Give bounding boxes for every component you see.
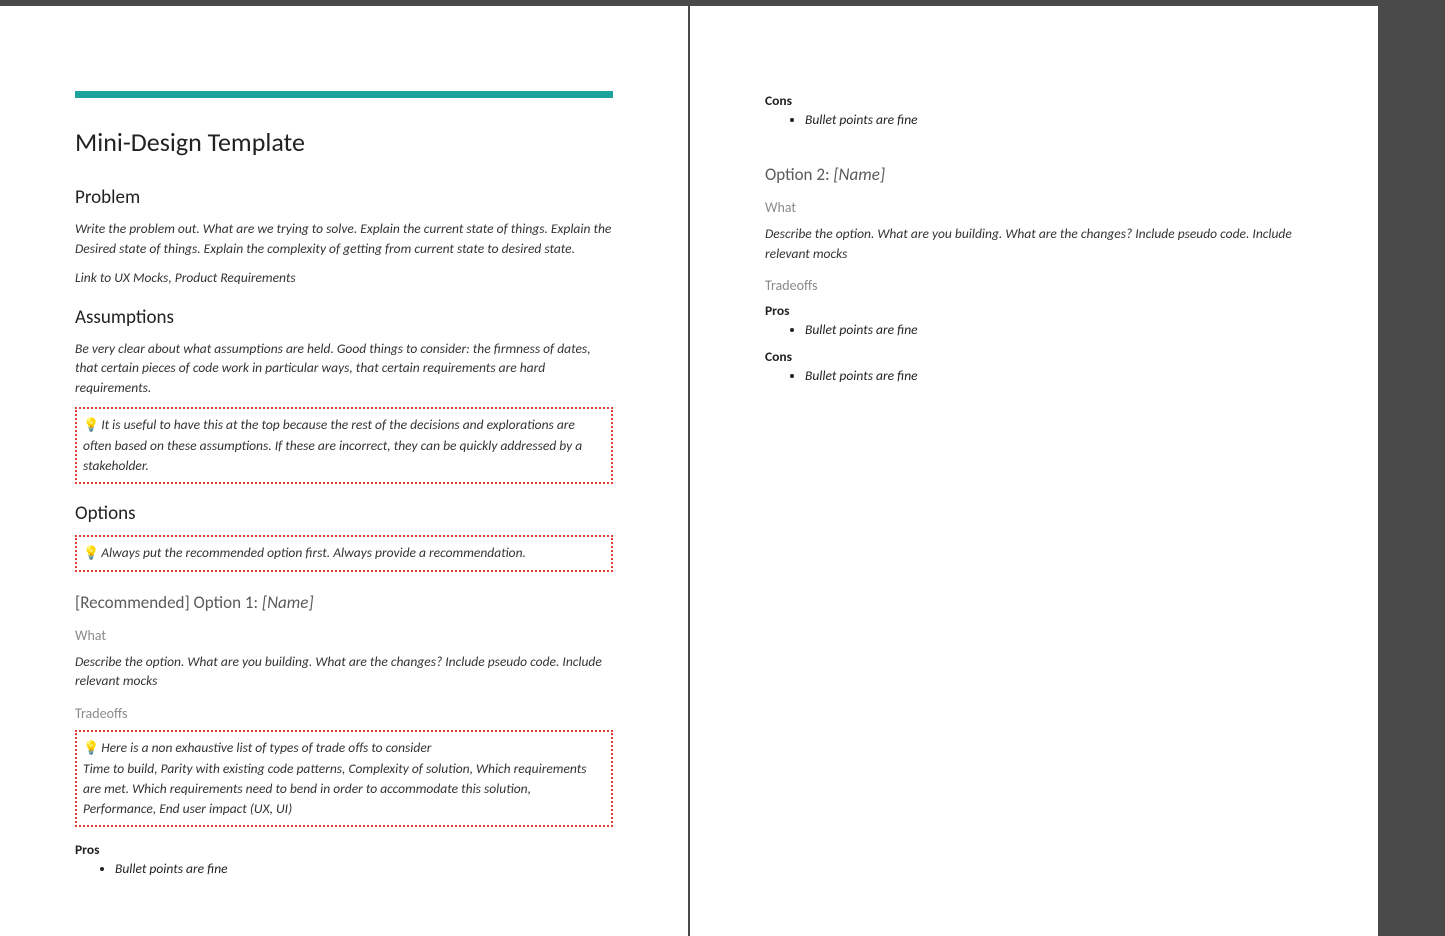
option1-pros-label: Pros	[75, 841, 613, 858]
list-item: Bullet points are fine	[115, 860, 613, 877]
heading-option2-what: What	[765, 199, 1303, 216]
heading-problem: Problem	[75, 186, 613, 209]
lightbulb-icon: 💡	[83, 546, 99, 561]
accent-bar	[75, 91, 613, 98]
option2-what-body: Describe the option. What are you buildi…	[765, 224, 1303, 263]
page-1: Mini-Design Template Problem Write the p…	[0, 6, 688, 936]
heading-option1-tradeoffs: Tradeoffs	[75, 705, 613, 722]
heading-option2: Option 2: [Name]	[765, 164, 1303, 185]
lightbulb-icon: 💡	[83, 741, 99, 756]
callout-assumptions: 💡It is useful to have this at the top be…	[75, 407, 613, 484]
problem-paragraph-2: Link to UX Mocks, Product Requirements	[75, 268, 613, 288]
option1-cons-label: Cons	[765, 92, 1303, 109]
callout-tradeoffs-line1: Here is a non exhaustive list of types o…	[101, 739, 431, 756]
heading-option1: [Recommended] Option 1: [Name]	[75, 592, 613, 613]
lightbulb-icon: 💡	[83, 418, 99, 433]
option1-cons-list: Bullet points are fine	[765, 111, 1303, 128]
option2-name: [Name]	[833, 164, 885, 185]
callout-tradeoffs-line2: Time to build, Parity with existing code…	[83, 759, 605, 820]
list-item: Bullet points are fine	[805, 111, 1303, 128]
assumptions-paragraph: Be very clear about what assumptions are…	[75, 339, 613, 398]
callout-options-text: Always put the recommended option first.…	[101, 544, 526, 561]
callout-assumptions-text: It is useful to have this at the top bec…	[83, 416, 582, 474]
option2-cons-list: Bullet points are fine	[765, 367, 1303, 384]
heading-assumptions: Assumptions	[75, 306, 613, 329]
option1-prefix: [Recommended] Option 1:	[75, 592, 262, 613]
heading-option1-what: What	[75, 627, 613, 644]
list-item: Bullet points are fine	[805, 321, 1303, 338]
heading-option2-tradeoffs: Tradeoffs	[765, 277, 1303, 294]
callout-options: 💡Always put the recommended option first…	[75, 535, 613, 572]
page-2: Cons Bullet points are fine Option 2: [N…	[690, 6, 1378, 936]
list-item: Bullet points are fine	[805, 367, 1303, 384]
option1-pros-list: Bullet points are fine	[75, 860, 613, 877]
option2-prefix: Option 2:	[765, 164, 833, 185]
document-viewport: Mini-Design Template Problem Write the p…	[0, 0, 1445, 936]
option1-name: [Name]	[262, 592, 314, 613]
problem-paragraph-1: Write the problem out. What are we tryin…	[75, 219, 613, 258]
option2-pros-list: Bullet points are fine	[765, 321, 1303, 338]
heading-options: Options	[75, 502, 613, 525]
option2-pros-label: Pros	[765, 302, 1303, 319]
callout-tradeoffs: 💡Here is a non exhaustive list of types …	[75, 730, 613, 827]
doc-title: Mini-Design Template	[75, 126, 613, 158]
option2-cons-label: Cons	[765, 348, 1303, 365]
option1-what-body: Describe the option. What are you buildi…	[75, 652, 613, 691]
